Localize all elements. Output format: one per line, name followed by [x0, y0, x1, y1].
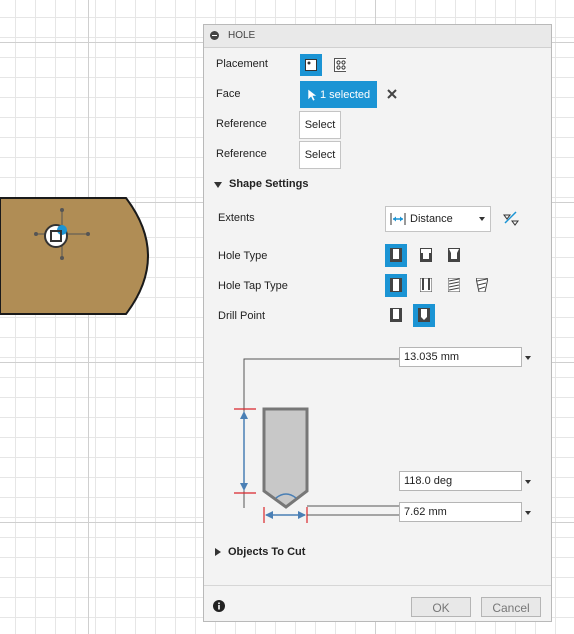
placement-label: Placement — [216, 58, 268, 70]
hole-type-counterbore-button[interactable] — [416, 245, 436, 265]
drill-point-angled-button[interactable] — [413, 304, 435, 327]
depth-input[interactable]: 13.035 mm — [399, 347, 522, 367]
reference-2-select-button[interactable]: Select — [299, 141, 341, 169]
placement-multi-button[interactable] — [330, 55, 350, 75]
diameter-input[interactable]: 7.62 mm — [399, 502, 522, 522]
info-icon[interactable] — [213, 600, 225, 612]
taper-tap-icon — [476, 278, 488, 292]
simple-hole-icon — [390, 248, 402, 262]
chevron-down-icon[interactable] — [214, 182, 222, 188]
hole-type-countersink-button[interactable] — [444, 245, 464, 265]
tap-type-simple-button[interactable] — [385, 274, 407, 297]
hole-type-simple-button[interactable] — [385, 244, 407, 267]
extents-label: Extents — [218, 212, 255, 224]
diameter-value: 7.62 mm — [404, 506, 447, 518]
hole-tap-type-label: Hole Tap Type — [218, 280, 288, 292]
ok-button[interactable]: OK — [411, 597, 471, 617]
distance-icon — [390, 213, 406, 225]
cursor-icon — [307, 88, 317, 102]
face-selection-text: 1 selected — [320, 89, 371, 101]
model-body[interactable] — [0, 0, 200, 340]
placement-single-icon — [305, 59, 317, 71]
dialog-title: HOLE — [228, 30, 256, 41]
tap-type-taper-button[interactable] — [472, 275, 492, 295]
close-icon[interactable] — [387, 89, 397, 99]
extents-dropdown[interactable]: Distance — [385, 206, 491, 232]
counterbore-hole-icon — [420, 248, 432, 262]
simple-tap-icon — [390, 278, 402, 292]
footer-divider — [204, 585, 551, 586]
flat-drill-point-icon — [390, 308, 402, 322]
shape-settings-title[interactable]: Shape Settings — [229, 178, 308, 190]
angle-input[interactable]: 118.0 deg — [399, 471, 522, 491]
hole-type-label: Hole Type — [218, 250, 268, 262]
cancel-button[interactable]: Cancel — [481, 597, 541, 617]
face-label: Face — [216, 88, 241, 100]
tap-type-clearance-button[interactable] — [416, 275, 436, 295]
diameter-dropdown-arrow[interactable] — [525, 511, 531, 515]
drill-point-label: Drill Point — [218, 310, 266, 322]
chevron-down-icon — [479, 217, 485, 221]
reference-1-label: Reference — [216, 118, 267, 130]
placement-multi-icon — [334, 58, 346, 72]
angle-dropdown-arrow[interactable] — [525, 480, 531, 484]
angled-drill-point-icon — [418, 308, 430, 322]
placement-single-button[interactable] — [300, 54, 322, 76]
tap-type-tapped-button[interactable] — [444, 275, 464, 295]
collapse-icon[interactable] — [210, 31, 219, 40]
drill-point-flat-button[interactable] — [386, 305, 406, 325]
flip-icon[interactable] — [502, 209, 520, 227]
tapped-icon — [448, 278, 460, 292]
depth-value: 13.035 mm — [404, 351, 460, 363]
hole-dialog: HOLE Placement Face 1 selected Reference… — [203, 24, 552, 622]
reference-1-select-button[interactable]: Select — [299, 111, 341, 139]
hole-diagram — [234, 358, 399, 523]
clearance-tap-icon — [420, 278, 432, 292]
extents-value: Distance — [410, 213, 453, 225]
reference-2-label: Reference — [216, 148, 267, 160]
chevron-right-icon[interactable] — [215, 548, 221, 556]
objects-to-cut-title[interactable]: Objects To Cut — [228, 546, 305, 558]
face-selection[interactable]: 1 selected — [300, 81, 377, 108]
countersink-hole-icon — [448, 248, 460, 262]
depth-dropdown-arrow[interactable] — [525, 356, 531, 360]
dialog-header[interactable]: HOLE — [204, 25, 551, 48]
angle-value: 118.0 deg — [404, 475, 453, 487]
